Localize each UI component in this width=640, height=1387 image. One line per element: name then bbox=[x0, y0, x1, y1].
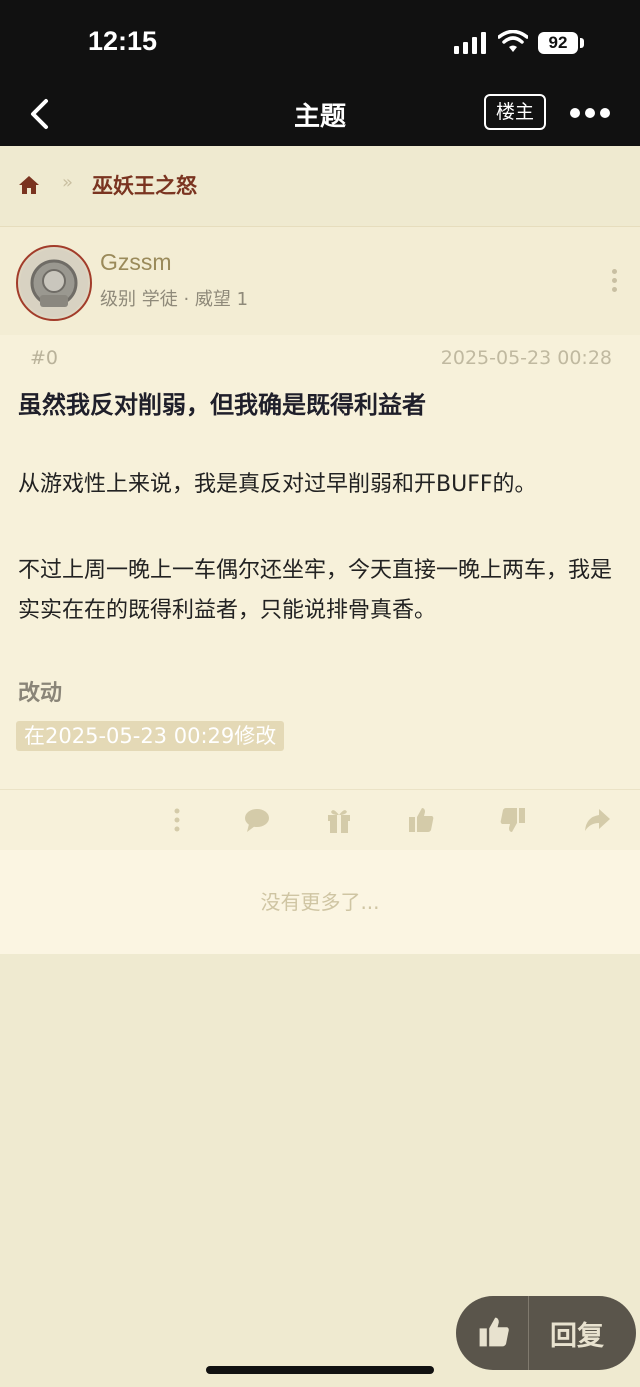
floor-number: #0 bbox=[30, 347, 59, 369]
edit-label: 改动 bbox=[18, 681, 63, 706]
home-indicator bbox=[206, 1366, 434, 1374]
nav-bar: 主题 楼主 bbox=[0, 84, 640, 146]
breadcrumb-separator: » bbox=[62, 172, 74, 193]
more-vertical-icon[interactable] bbox=[162, 805, 192, 835]
more-dots-icon[interactable] bbox=[568, 106, 612, 120]
author-name[interactable]: Gzssm bbox=[100, 249, 172, 276]
avatar[interactable] bbox=[16, 245, 92, 321]
cellular-signal-icon bbox=[454, 32, 486, 54]
gift-icon[interactable] bbox=[324, 805, 354, 835]
author-level: 级别 学徒 · 威望 1 bbox=[100, 289, 249, 310]
comment-icon[interactable] bbox=[242, 805, 272, 835]
divider bbox=[0, 789, 640, 790]
post-timestamp: 2025-05-23 00:28 bbox=[440, 347, 612, 369]
reply-button[interactable]: 回复 bbox=[550, 1314, 604, 1353]
edit-note: 在2025-05-23 00:29修改 bbox=[16, 721, 285, 751]
breadcrumb: » 巫妖王之怒 bbox=[0, 146, 640, 226]
breadcrumb-forum-link[interactable]: 巫妖王之怒 bbox=[92, 170, 197, 200]
status-bar: 12:15 92 bbox=[0, 0, 640, 84]
wifi-icon bbox=[498, 30, 528, 52]
op-only-button[interactable]: 楼主 bbox=[484, 94, 546, 130]
post-header: Gzssm 级别 学徒 · 威望 1 bbox=[0, 227, 640, 335]
status-time: 12:15 bbox=[88, 26, 158, 56]
share-icon[interactable] bbox=[582, 805, 612, 835]
thumbs-up-icon[interactable] bbox=[476, 1314, 512, 1350]
post-paragraph: 不过上周一晚上一车偶尔还坐牢，今天直接一晚上两车，我是实实在在的既得利益者，只能… bbox=[18, 558, 613, 623]
post-card: Gzssm 级别 学徒 · 威望 1 #0 2025-05-23 00:28 虽… bbox=[0, 226, 640, 850]
thumbs-down-icon[interactable] bbox=[498, 805, 528, 835]
divider bbox=[528, 1296, 529, 1370]
battery-icon: 92 bbox=[538, 32, 578, 54]
avatar-image bbox=[20, 249, 88, 317]
no-more-indicator: 没有更多了... bbox=[0, 850, 640, 954]
post-menu-icon[interactable] bbox=[610, 267, 618, 295]
post-title: 虽然我反对削弱，但我确是既得利益者 bbox=[18, 391, 426, 419]
floating-action-bar: 回复 bbox=[456, 1296, 636, 1370]
battery-nub bbox=[580, 38, 584, 48]
post-paragraph: 从游戏性上来说，我是真反对过早削弱和开BUFF的。 bbox=[18, 472, 537, 497]
home-icon[interactable] bbox=[18, 174, 40, 196]
thumbs-up-icon[interactable] bbox=[406, 805, 436, 835]
